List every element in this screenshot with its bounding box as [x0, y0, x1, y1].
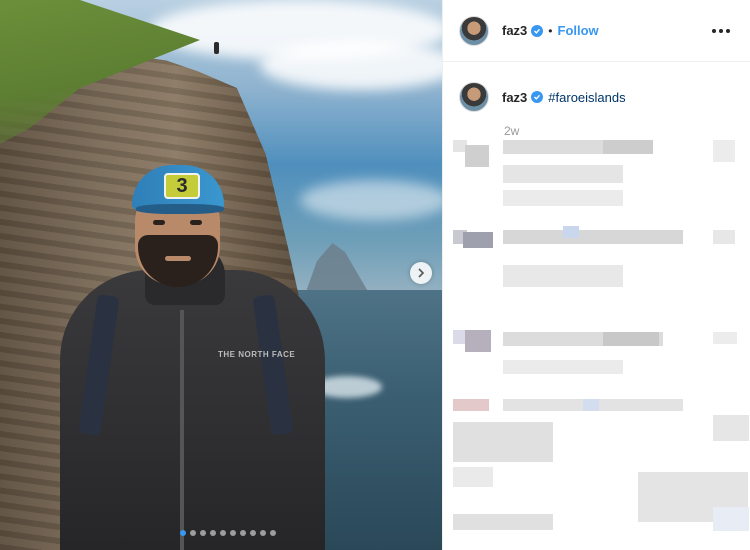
caption-row: faz3 #faroeislands: [443, 62, 750, 112]
distant-hiker: [214, 42, 219, 54]
avatar[interactable]: [459, 15, 489, 46]
list-item: [453, 135, 750, 215]
carousel-dot: [180, 530, 186, 536]
post-photo[interactable]: THE NORTH FACE 3: [0, 0, 442, 550]
list-item: [453, 220, 750, 310]
mouth: [165, 256, 191, 261]
more-options-icon[interactable]: [708, 25, 734, 37]
carousel-dot: [200, 530, 206, 536]
carousel-dot: [190, 530, 196, 536]
avatar[interactable]: [459, 82, 489, 112]
list-item: [453, 320, 750, 390]
eye-left: [153, 220, 165, 225]
post-side-panel: faz3 • Follow faz3 #faroeislands 2w: [442, 0, 750, 550]
follow-button[interactable]: Follow: [558, 23, 599, 38]
cap-number-badge: 3: [164, 173, 200, 199]
carousel-dot: [220, 530, 226, 536]
carousel-dot: [240, 530, 246, 536]
list-item: [453, 397, 750, 547]
verified-badge-icon: [531, 91, 544, 103]
carousel-dot: [270, 530, 276, 536]
eye-right: [190, 220, 202, 225]
cap-brim: [136, 204, 224, 214]
carousel-dots: [180, 530, 276, 536]
username-link[interactable]: faz3: [502, 23, 527, 38]
verified-badge-icon: [531, 24, 544, 37]
carousel-dot: [230, 530, 236, 536]
separator-dot: •: [548, 23, 553, 38]
caption-username[interactable]: faz3: [502, 90, 527, 105]
blurred-comments: [443, 135, 750, 550]
carousel-dot: [260, 530, 266, 536]
caption-text: faz3 #faroeislands: [502, 90, 626, 105]
chevron-right-icon: [418, 268, 425, 278]
post-header: faz3 • Follow: [443, 0, 750, 62]
cloud: [260, 40, 442, 90]
man-in-photo: THE NORTH FACE 3: [50, 160, 335, 550]
carousel-next-button[interactable]: [410, 262, 432, 284]
carousel-dot: [210, 530, 216, 536]
jacket-zipper: [180, 310, 184, 550]
jacket-logo: THE NORTH FACE: [218, 350, 296, 359]
carousel-dot: [250, 530, 256, 536]
hashtag-link[interactable]: #faroeislands: [548, 90, 625, 105]
